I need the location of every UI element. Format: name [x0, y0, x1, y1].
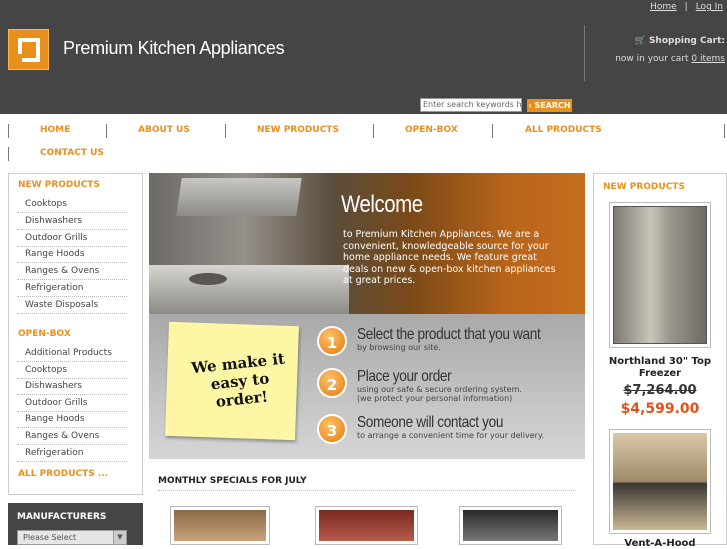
sidebar-item[interactable]: Refrigeration: [17, 280, 127, 297]
logo-icon[interactable]: [8, 29, 49, 70]
manufacturer-select[interactable]: Please Select ▼: [17, 530, 127, 545]
sidebar-all-products-link[interactable]: ALL PRODUCTS ...: [18, 469, 108, 479]
search-input[interactable]: Enter search keywords he: [420, 98, 522, 112]
nav-divider: [373, 124, 374, 138]
sidebar-item[interactable]: Additional Products: [17, 345, 127, 362]
nav-open-box[interactable]: OPEN-BOX: [405, 125, 458, 135]
product-image[interactable]: [609, 429, 711, 534]
sidebar-heading-new-products[interactable]: NEW PRODUCTS: [18, 180, 100, 190]
nav-all-products[interactable]: ALL PRODUCTS: [525, 125, 602, 135]
cart-text: now in your cart: [615, 54, 689, 64]
sidebar-item[interactable]: Outdoor Grills: [17, 230, 127, 247]
monthly-specials-heading: MONTHLY SPECIALS FOR JULY: [158, 476, 307, 486]
step-title: Select the product that you want: [357, 326, 541, 343]
nav-divider: [225, 124, 226, 138]
product-sale-price: $4,599.00: [620, 401, 700, 417]
product-old-price: $7,264.00: [623, 383, 697, 398]
header: Premium Kitchen Appliances Home | Log In 🛒…: [0, 0, 727, 114]
sidebar-item[interactable]: Cooktops: [17, 196, 127, 213]
cart-summary: 🛒 Shopping Cart: now in your cart 0 item…: [615, 36, 725, 64]
range-hood-graphic: [176, 178, 302, 216]
sidebar-item[interactable]: Waste Disposals: [17, 297, 127, 314]
steps-panel: We make it easy to order! 1 Select the p…: [149, 314, 585, 459]
product-name[interactable]: Northland 30" Top Freezer: [597, 356, 723, 380]
home-link[interactable]: Home: [650, 2, 677, 12]
sticky-note-text: We make it easy to order!: [190, 349, 286, 411]
sticky-note: We make it easy to order!: [165, 321, 299, 441]
site-title[interactable]: Premium Kitchen Appliances: [63, 38, 285, 59]
step-number: 2: [317, 368, 347, 398]
pot-graphic: [189, 273, 227, 285]
nav-divider: [8, 147, 9, 161]
nav-divider: [492, 124, 493, 138]
cart-title[interactable]: Shopping Cart:: [649, 36, 725, 46]
welcome-heading: Welcome: [341, 191, 423, 218]
nav-home[interactable]: HOME: [40, 125, 70, 135]
header-divider: [584, 25, 585, 81]
step-number: 1: [317, 326, 347, 356]
step-title: Someone will contact you: [357, 414, 504, 431]
kitchen-photo: Welcome to Premium Kitchen Appliances. W…: [149, 173, 585, 314]
countertop-graphic: [149, 265, 349, 314]
cart-icon[interactable]: 🛒: [635, 36, 646, 46]
manufacturers-heading: MANUFACTURERS: [17, 512, 107, 522]
step-subtitle: by browsing our site.: [357, 343, 441, 352]
nav-divider: [8, 124, 9, 138]
cart-items-link[interactable]: 0 items: [691, 54, 725, 64]
step-subtitle: to arrange a convenient time for your de…: [357, 431, 545, 440]
specials-divider: [158, 490, 576, 491]
nav-about-us[interactable]: ABOUT US: [138, 125, 190, 135]
right-new-products-heading[interactable]: NEW PRODUCTS: [603, 182, 685, 192]
nav-new-products[interactable]: NEW PRODUCTS: [257, 125, 339, 135]
sidebar-item[interactable]: Dishwashers: [17, 213, 127, 230]
sidebar-item[interactable]: Cooktops: [17, 362, 127, 379]
welcome-banner: Welcome to Premium Kitchen Appliances. W…: [149, 173, 585, 459]
special-product-thumbnail[interactable]: [315, 506, 418, 545]
sidebar-item[interactable]: Range Hoods: [17, 246, 127, 264]
nav-divider: [106, 124, 107, 138]
nav-divider: [724, 124, 725, 138]
step-title: Place your order: [357, 368, 452, 385]
welcome-text: to Premium Kitchen Appliances. We are a …: [343, 229, 556, 286]
login-link[interactable]: Log In: [696, 2, 723, 12]
special-product-thumbnail[interactable]: [170, 506, 270, 545]
chevron-down-icon[interactable]: ▼: [113, 531, 126, 544]
sidebar-item[interactable]: Ranges & Ovens: [17, 428, 127, 445]
special-product-thumbnail[interactable]: [459, 506, 562, 545]
nav-contact-us[interactable]: CONTACT US: [40, 148, 104, 158]
sidebar-item[interactable]: Range Hoods: [17, 411, 127, 429]
sidebar-item[interactable]: Refrigeration: [17, 445, 127, 462]
product-image[interactable]: [609, 202, 711, 348]
top-links: Home | Log In: [650, 2, 723, 12]
product-name[interactable]: Vent-A-Hood: [597, 538, 723, 549]
search-button[interactable]: › SEARCH: [527, 99, 572, 112]
step-number: 3: [317, 414, 347, 444]
sidebar-item[interactable]: Outdoor Grills: [17, 395, 127, 412]
step-subtitle: using our safe & secure ordering system.…: [357, 385, 522, 403]
sidebar-item[interactable]: Dishwashers: [17, 378, 127, 396]
manufacturer-select-value: Please Select: [23, 533, 77, 542]
sidebar-item[interactable]: Ranges & Ovens: [17, 263, 127, 281]
sidebar-heading-open-box[interactable]: OPEN-BOX: [18, 329, 71, 339]
